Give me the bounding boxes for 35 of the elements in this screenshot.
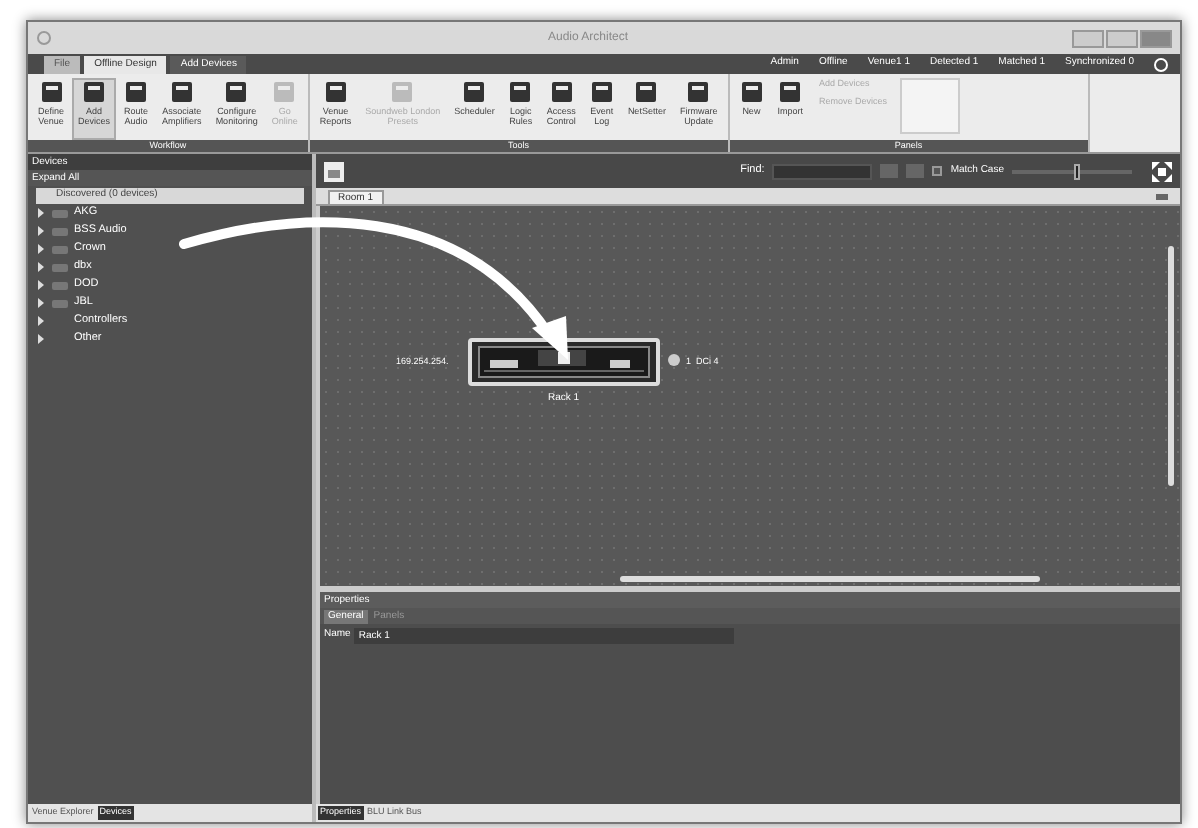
match-case-checkbox[interactable] xyxy=(932,166,943,176)
expand-arrow-icon[interactable] xyxy=(36,226,46,236)
tool-icon xyxy=(686,80,711,104)
find-field[interactable] xyxy=(772,163,873,179)
tool-icon xyxy=(224,80,249,104)
tool-icon xyxy=(508,80,533,104)
expand-arrow-icon[interactable] xyxy=(36,298,46,308)
tool-icon xyxy=(39,80,63,104)
expand-arrow-icon[interactable] xyxy=(36,262,46,272)
tool-icon xyxy=(634,80,659,104)
tool-icon xyxy=(82,80,107,104)
tool-icon xyxy=(272,80,297,104)
layout-icon[interactable] xyxy=(324,161,344,181)
expand-arrow-icon[interactable] xyxy=(36,334,46,344)
vertical-scrollbar[interactable] xyxy=(1168,246,1174,486)
tool-icon xyxy=(390,80,415,104)
help-icon[interactable] xyxy=(1154,57,1168,71)
connection-port-icon xyxy=(668,354,680,366)
rack-device[interactable] xyxy=(468,338,660,386)
tool-icon xyxy=(549,80,574,104)
expand-arrow-icon[interactable] xyxy=(36,244,46,254)
tool-icon xyxy=(462,80,487,104)
tool-icon xyxy=(124,80,149,104)
expand-arrow-icon[interactable] xyxy=(36,316,46,326)
app-icon xyxy=(36,30,52,46)
tool-icon xyxy=(589,80,614,104)
expand-arrow-icon[interactable] xyxy=(36,280,46,290)
slider-thumb[interactable] xyxy=(1074,163,1081,179)
tool-icon xyxy=(778,80,803,104)
tool-icon xyxy=(739,80,764,104)
tool-icon xyxy=(169,80,194,104)
tool-icon xyxy=(323,80,348,104)
expand-arrow-icon[interactable] xyxy=(36,208,46,218)
fullscreen-icon[interactable] xyxy=(1152,161,1172,181)
horizontal-scrollbar[interactable] xyxy=(620,576,1040,582)
